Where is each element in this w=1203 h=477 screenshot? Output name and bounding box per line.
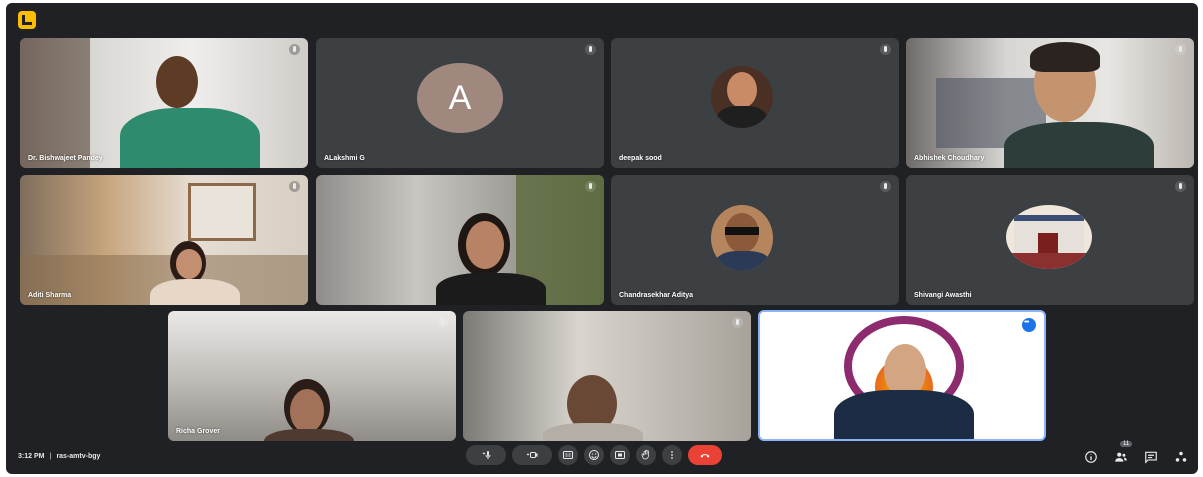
participant-tile[interactable]: [316, 175, 604, 305]
chat-button[interactable]: [1144, 450, 1158, 464]
participant-name: Aditi Sharma: [28, 292, 72, 299]
call-controls: [466, 444, 722, 466]
participant-tile[interactable]: [463, 311, 751, 441]
chat-icon: [1145, 451, 1157, 464]
participant-tile[interactable]: deepak sood: [611, 38, 899, 168]
participant-tile[interactable]: Abhishek Choudhary: [906, 38, 1194, 168]
muted-mic-icon: [880, 181, 891, 192]
more-vert-icon: [671, 451, 673, 459]
camera-button[interactable]: [512, 445, 552, 465]
participant-avatar: [1006, 205, 1092, 269]
participant-name: Abhishek Choudhary: [914, 155, 985, 162]
mic-icon: [482, 451, 491, 459]
reactions-button[interactable]: [584, 445, 604, 465]
meet-window: Dr. Bishwajeet Pandey A ALakshmi G deepa…: [6, 3, 1198, 474]
muted-mic-icon: [585, 181, 596, 192]
present-icon: [615, 451, 625, 459]
people-icon: [1115, 452, 1127, 462]
captions-icon: [563, 451, 573, 459]
participant-tile[interactable]: Richa Grover: [168, 311, 456, 441]
more-options-button[interactable]: [662, 445, 682, 465]
participant-avatar: [711, 205, 773, 271]
meeting-info: 3:12 PM | ras-amtv-bgy: [18, 453, 101, 460]
participant-tile[interactable]: Dr. Bishwajeet Pandey: [20, 38, 308, 168]
mic-status-icon: [289, 181, 300, 192]
clock-time: 3:12 PM: [18, 453, 45, 460]
active-speaker-tile[interactable]: [758, 310, 1046, 441]
captions-button[interactable]: [558, 445, 578, 465]
muted-mic-icon: [437, 317, 448, 328]
participant-name: deepak sood: [619, 155, 662, 162]
raise-hand-button[interactable]: [636, 445, 656, 465]
people-count-badge: 11: [1120, 441, 1133, 447]
meeting-details-button[interactable]: [1084, 450, 1098, 464]
participant-name: Richa Grover: [176, 428, 220, 435]
participant-tile[interactable]: Shivangi Awasthi: [906, 175, 1194, 305]
leave-call-button[interactable]: [688, 445, 722, 465]
participant-avatar: [711, 66, 773, 128]
camera-icon: [526, 452, 538, 458]
participant-tile[interactable]: Chandrasekhar Aditya: [611, 175, 899, 305]
mic-button[interactable]: [466, 445, 506, 465]
info-icon: [1085, 451, 1097, 463]
participant-name: Shivangi Awasthi: [914, 292, 972, 299]
participant-name: Chandrasekhar Aditya: [619, 292, 694, 299]
participant-tile[interactable]: A ALakshmi G: [316, 38, 604, 168]
muted-mic-icon: [880, 44, 891, 55]
side-actions: 11: [1084, 441, 1188, 464]
meet-logo-icon: [18, 11, 36, 29]
meeting-code: ras-amtv-bgy: [56, 453, 101, 460]
emoji-icon: [589, 450, 599, 460]
mic-status-icon: [289, 44, 300, 55]
participant-tile[interactable]: Aditi Sharma: [20, 175, 308, 305]
participant-name: Dr. Bishwajeet Pandey: [28, 155, 103, 162]
muted-mic-icon: [585, 44, 596, 55]
call-end-icon: [700, 454, 710, 458]
muted-mic-icon: [1175, 181, 1186, 192]
speaking-indicator-icon: [1022, 318, 1036, 332]
muted-mic-icon: [1175, 44, 1186, 55]
present-button[interactable]: [610, 445, 630, 465]
activities-icon: [1175, 451, 1187, 462]
participant-avatar: A: [417, 63, 503, 133]
people-button[interactable]: 11: [1114, 441, 1133, 464]
participant-name: ALakshmi G: [324, 155, 365, 162]
hand-icon: [641, 449, 649, 460]
muted-mic-icon: [732, 317, 743, 328]
activities-button[interactable]: [1174, 450, 1188, 464]
